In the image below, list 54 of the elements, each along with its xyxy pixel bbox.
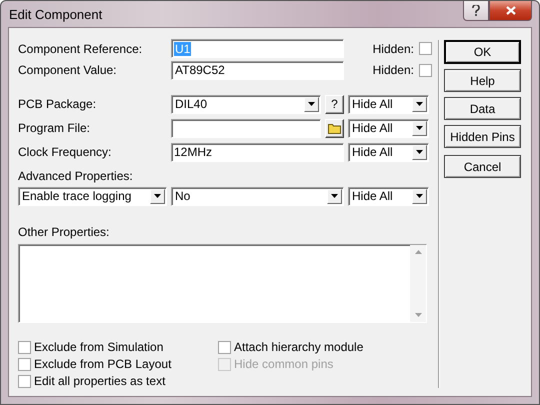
dialog-button[interactable]: Help <box>444 69 521 92</box>
section-label: Advanced Properties: <box>18 169 133 183</box>
field-label: Clock Frequency: <box>18 145 112 159</box>
scroll-up-arrow-icon[interactable] <box>414 250 422 254</box>
field-label: PCB Package: <box>18 97 98 111</box>
checkbox[interactable] <box>218 340 231 354</box>
package-dropdown[interactable]: DIL40 <box>171 94 321 114</box>
section-label: Other Properties: <box>18 225 110 239</box>
field-label: Component Value: <box>18 63 118 77</box>
folder-icon <box>328 122 342 134</box>
checkbox-label: Attach hierarchy module <box>234 340 364 354</box>
checkbox-label: Exclude from Simulation <box>34 340 164 354</box>
checkbox[interactable] <box>18 374 31 388</box>
dropdown-arrow-icon <box>154 194 161 198</box>
dropdown-arrow-icon <box>416 194 423 198</box>
dialog-button[interactable]: Cancel <box>444 155 521 178</box>
hidden-label: Hidden: <box>372 42 414 56</box>
window-title: Edit Component <box>8 6 102 22</box>
help-button[interactable]: ? <box>325 94 344 114</box>
file-field[interactable] <box>171 118 321 138</box>
property-dropdown[interactable]: Enable trace logging <box>18 186 167 206</box>
dropdown-arrow-icon <box>416 102 423 106</box>
checkbox-label: Exclude from PCB Layout <box>34 357 172 371</box>
visibility-dropdown[interactable]: Hide All <box>348 118 429 138</box>
visibility-dropdown[interactable]: Hide All <box>348 142 429 162</box>
dialog-button[interactable]: Hidden Pins <box>444 125 521 148</box>
dropdown-arrow-icon <box>416 150 423 154</box>
dropdown-arrow-icon <box>331 194 338 198</box>
help-button[interactable] <box>463 1 489 21</box>
close-button[interactable] <box>489 1 532 21</box>
checkbox[interactable] <box>18 340 31 354</box>
close-icon <box>506 6 516 15</box>
text-field[interactable]: AT89C52 <box>171 60 344 80</box>
visibility-dropdown[interactable]: Hide All <box>348 186 429 206</box>
browse-button[interactable] <box>325 118 344 138</box>
dialog-button[interactable]: Data <box>444 97 521 120</box>
dropdown-arrow-icon <box>416 126 423 130</box>
text-field[interactable]: 12MHz <box>171 142 344 162</box>
scroll-down-arrow-icon[interactable] <box>414 313 422 317</box>
help-icon <box>472 5 480 16</box>
dialog-button[interactable]: OK <box>444 40 521 64</box>
hidden-checkbox[interactable] <box>419 64 432 76</box>
hidden-checkbox[interactable] <box>419 42 432 55</box>
visibility-dropdown[interactable]: Hide All <box>348 94 429 114</box>
hidden-label: Hidden: <box>372 63 414 77</box>
dropdown-arrow-icon <box>308 102 315 106</box>
field-label: Program File: <box>18 121 92 135</box>
value-dropdown[interactable]: No <box>171 186 344 206</box>
checkbox[interactable] <box>18 358 31 370</box>
checkbox-label: Hide common pins <box>234 357 334 371</box>
scrollbar[interactable] <box>410 245 426 322</box>
field-label: Component Reference: <box>18 42 144 56</box>
properties-textarea[interactable] <box>18 244 427 323</box>
checkbox-label: Edit all properties as text <box>34 374 166 388</box>
